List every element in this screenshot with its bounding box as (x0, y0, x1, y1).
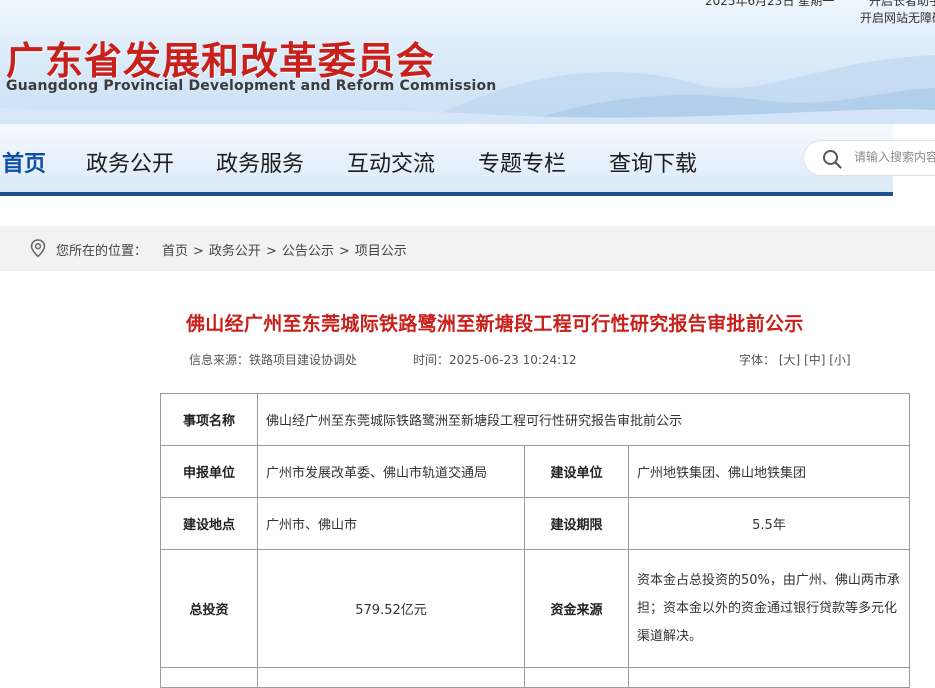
article-time: 时间：2025-06-23 10:24:12 (413, 351, 576, 368)
time-label: 时间： (413, 353, 450, 367)
applicant-value: 广州市发展改革委、佛山市轨道交通局 (257, 445, 525, 498)
table-cell-empty (524, 667, 629, 688)
funding-value: 资本金占总投资的50%，由广州、佛山两市承担；资本金以外的资金通过银行贷款等多元… (628, 549, 910, 668)
font-size-small[interactable]: [小] (829, 353, 850, 367)
table-row: 事项名称 佛山经广州至东莞城际铁路鹭洲至新塘段工程可行性研究报告审批前公示 (160, 393, 910, 446)
investment-label: 总投资 (160, 549, 258, 668)
builder-value: 广州地铁集团、佛山地铁集团 (628, 445, 910, 498)
font-size-large[interactable]: [大] (779, 353, 800, 367)
article-source: 信息来源：铁路项目建设协调处 (189, 351, 357, 368)
breadcrumb-prefix: 您所在的位置： (56, 244, 148, 259)
accessibility-link[interactable]: 开启网站无障碍 (860, 9, 935, 26)
top-date: 2025年6月23日 星期一 (705, 0, 835, 8)
project-info-table: 事项名称 佛山经广州至东莞城际铁路鹭洲至新塘段工程可行性研究报告审批前公示 申报… (160, 393, 910, 688)
nav-item-download[interactable]: 查询下载 (609, 146, 697, 178)
table-row: 建设地点 广州市、佛山市 建设期限 5.5年 (160, 497, 910, 550)
item-name-value: 佛山经广州至东莞城际铁路鹭洲至新塘段工程可行性研究报告审批前公示 (257, 393, 910, 446)
table-row: 申报单位 广州市发展改革委、佛山市轨道交通局 建设单位 广州地铁集团、佛山地铁集… (160, 445, 910, 498)
source-label: 信息来源： (189, 353, 250, 367)
breadcrumb-separator: > (193, 244, 204, 259)
source-value: 铁路项目建设协调处 (249, 353, 358, 367)
nav-item-home[interactable]: 首页 (2, 146, 46, 178)
nav-item-gov-open[interactable]: 政务公开 (86, 146, 174, 178)
builder-label: 建设单位 (524, 445, 629, 498)
table-row (160, 667, 910, 688)
breadcrumb-announcements[interactable]: 公告公示 (282, 244, 334, 259)
search-input[interactable] (854, 150, 935, 164)
investment-value: 579.52亿元 (257, 549, 525, 668)
breadcrumb-project-notices[interactable]: 项目公示 (355, 244, 407, 259)
time-value: 2025-06-23 10:24:12 (449, 353, 577, 367)
search-box[interactable] (803, 140, 935, 176)
breadcrumb: 您所在的位置： 首页 > 政务公开 > 公告公示 > 项目公示 (0, 226, 935, 271)
breadcrumb-gov-open[interactable]: 政务公开 (209, 244, 261, 259)
funding-label: 资金来源 (524, 549, 629, 668)
item-name-label: 事项名称 (160, 393, 258, 446)
location-value: 广州市、佛山市 (257, 497, 525, 550)
font-size-label: 字体： (739, 353, 776, 367)
breadcrumb-trail: 首页 > 政务公开 > 公告公示 > 项目公示 (162, 240, 407, 259)
nav-item-gov-service[interactable]: 政务服务 (216, 146, 304, 178)
table-row: 总投资 579.52亿元 资金来源 资本金占总投资的50%，由广州、佛山两市承担… (160, 549, 910, 668)
main-nav: 首页 政务公开 政务服务 互动交流 专题专栏 查询下载 (0, 124, 893, 196)
nav-item-special-topics[interactable]: 专题专栏 (478, 146, 566, 178)
site-subtitle: Guangdong Provincial Development and Ref… (6, 78, 497, 94)
location-label: 建设地点 (160, 497, 258, 550)
table-cell-empty (160, 667, 258, 688)
location-pin-icon (30, 239, 46, 258)
search-icon[interactable] (822, 149, 842, 169)
period-value: 5.5年 (628, 497, 910, 550)
breadcrumb-home[interactable]: 首页 (162, 244, 188, 259)
site-title[interactable]: 广东省发展和改革委员会 (6, 30, 435, 85)
table-cell-empty (628, 667, 910, 688)
header-banner: 2025年6月23日 星期一 开启长者助手 开启网站无障碍 广东省发展和改革委员… (0, 0, 935, 124)
font-size-medium[interactable]: [中] (804, 353, 825, 367)
font-size-switcher: 字体： [大] [中] [小] (739, 351, 851, 368)
period-label: 建设期限 (524, 497, 629, 550)
breadcrumb-separator: > (338, 244, 350, 259)
nav-item-interaction[interactable]: 互动交流 (347, 146, 435, 178)
table-cell-empty (257, 667, 525, 688)
article-title: 佛山经广州至东莞城际铁路鹭洲至新塘段工程可行性研究报告审批前公示 (186, 313, 804, 335)
elder-mode-link[interactable]: 开启长者助手 (869, 0, 935, 9)
breadcrumb-separator: > (265, 244, 277, 259)
applicant-label: 申报单位 (160, 445, 258, 498)
